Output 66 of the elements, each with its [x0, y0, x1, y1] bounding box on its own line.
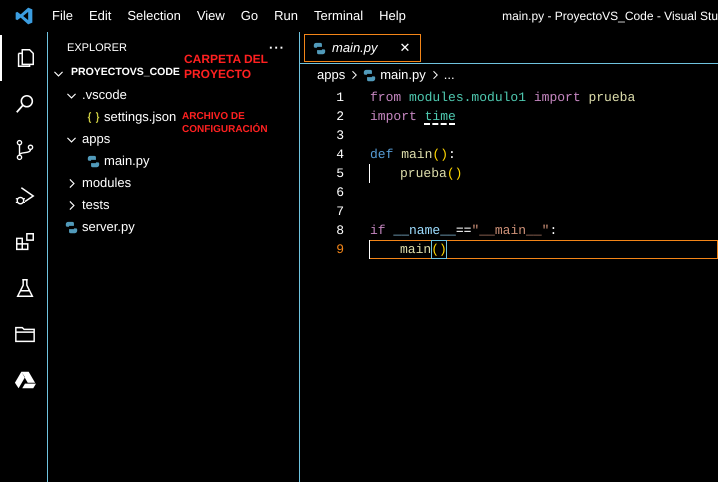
line-number: 9: [335, 240, 344, 259]
drive-icon: [14, 369, 36, 391]
python-icon: [363, 68, 376, 82]
editor-tab[interactable]: main.py ✕: [304, 34, 421, 62]
code-token: (): [431, 240, 447, 260]
window-title: main.py - ProyectoVS_Code - Visual Stu: [502, 8, 718, 25]
code-token: (): [446, 164, 462, 183]
run-debug-icon: [14, 185, 36, 207]
menu-item[interactable]: File: [44, 6, 81, 26]
menu-item[interactable]: Terminal: [306, 6, 372, 26]
code-token: import: [534, 88, 581, 107]
code-token: modules.modulo1: [409, 88, 526, 107]
close-icon[interactable]: ✕: [400, 38, 411, 58]
code-token: (): [432, 146, 448, 164]
more-actions-button[interactable]: ···: [269, 38, 285, 58]
menu-item[interactable]: Selection: [119, 6, 189, 26]
code-token: from: [370, 88, 402, 107]
code-token: import: [370, 108, 417, 126]
tree-item[interactable]: .vscode: [65, 84, 127, 106]
tree-item[interactable]: main.py: [78, 150, 150, 172]
breadcrumb-item[interactable]: main.py: [363, 65, 426, 85]
line-number: 3: [335, 126, 344, 145]
search-icon: [14, 93, 36, 115]
code-token: prueba: [400, 164, 447, 183]
line-number: 4: [335, 146, 344, 164]
line-number: 1: [335, 88, 344, 107]
source-control-icon: [14, 139, 36, 161]
menu-item[interactable]: Run: [266, 6, 306, 26]
python-icon: [65, 220, 78, 234]
tree-item[interactable]: PROYECTOVS_CODE: [52, 62, 180, 84]
code-token: prueba: [588, 88, 636, 107]
annotation-label: CARPETA DEL PROYECTO: [184, 52, 268, 82]
line-number: 8: [335, 222, 344, 240]
extensions-icon: [14, 231, 36, 253]
tree-item[interactable]: apps: [65, 128, 110, 150]
tree-item[interactable]: modules: [65, 172, 132, 194]
code-token: time: [424, 108, 456, 126]
python-icon: [313, 42, 326, 54]
menu-item[interactable]: Help: [371, 6, 414, 26]
json-braces-icon: [87, 110, 100, 124]
sidebar-title: EXPLORER: [67, 40, 127, 56]
breadcrumb-item[interactable]: apps: [317, 65, 346, 85]
tree-item[interactable]: settings.json: [78, 106, 176, 128]
annotation-label: ARCHIVO DE CONFIGURACIÓN: [182, 110, 268, 136]
code-token: def: [370, 146, 394, 164]
line-number: 5: [335, 164, 344, 183]
menu-item[interactable]: Go: [232, 6, 266, 26]
code-token: "__main__": [471, 222, 550, 240]
tree-item[interactable]: server.py: [65, 216, 135, 238]
flask-icon: [14, 277, 36, 299]
code-token: :: [448, 146, 456, 164]
line-number: 7: [335, 202, 344, 221]
app-logo-icon: [14, 6, 34, 26]
menu-item[interactable]: Edit: [80, 6, 120, 26]
menu-item[interactable]: View: [188, 6, 233, 26]
python-icon: [87, 154, 100, 168]
code-token: ==: [456, 222, 472, 240]
code-token: __name__: [393, 222, 456, 240]
tree-item[interactable]: tests: [65, 194, 110, 216]
line-number: 6: [335, 184, 344, 202]
breadcrumb-item[interactable]: ...: [444, 65, 455, 85]
code-token: :: [549, 222, 558, 240]
code-token: main: [401, 146, 432, 164]
code-token: main: [400, 240, 432, 259]
code-token: if: [370, 222, 386, 240]
line-number: 2: [335, 108, 344, 126]
